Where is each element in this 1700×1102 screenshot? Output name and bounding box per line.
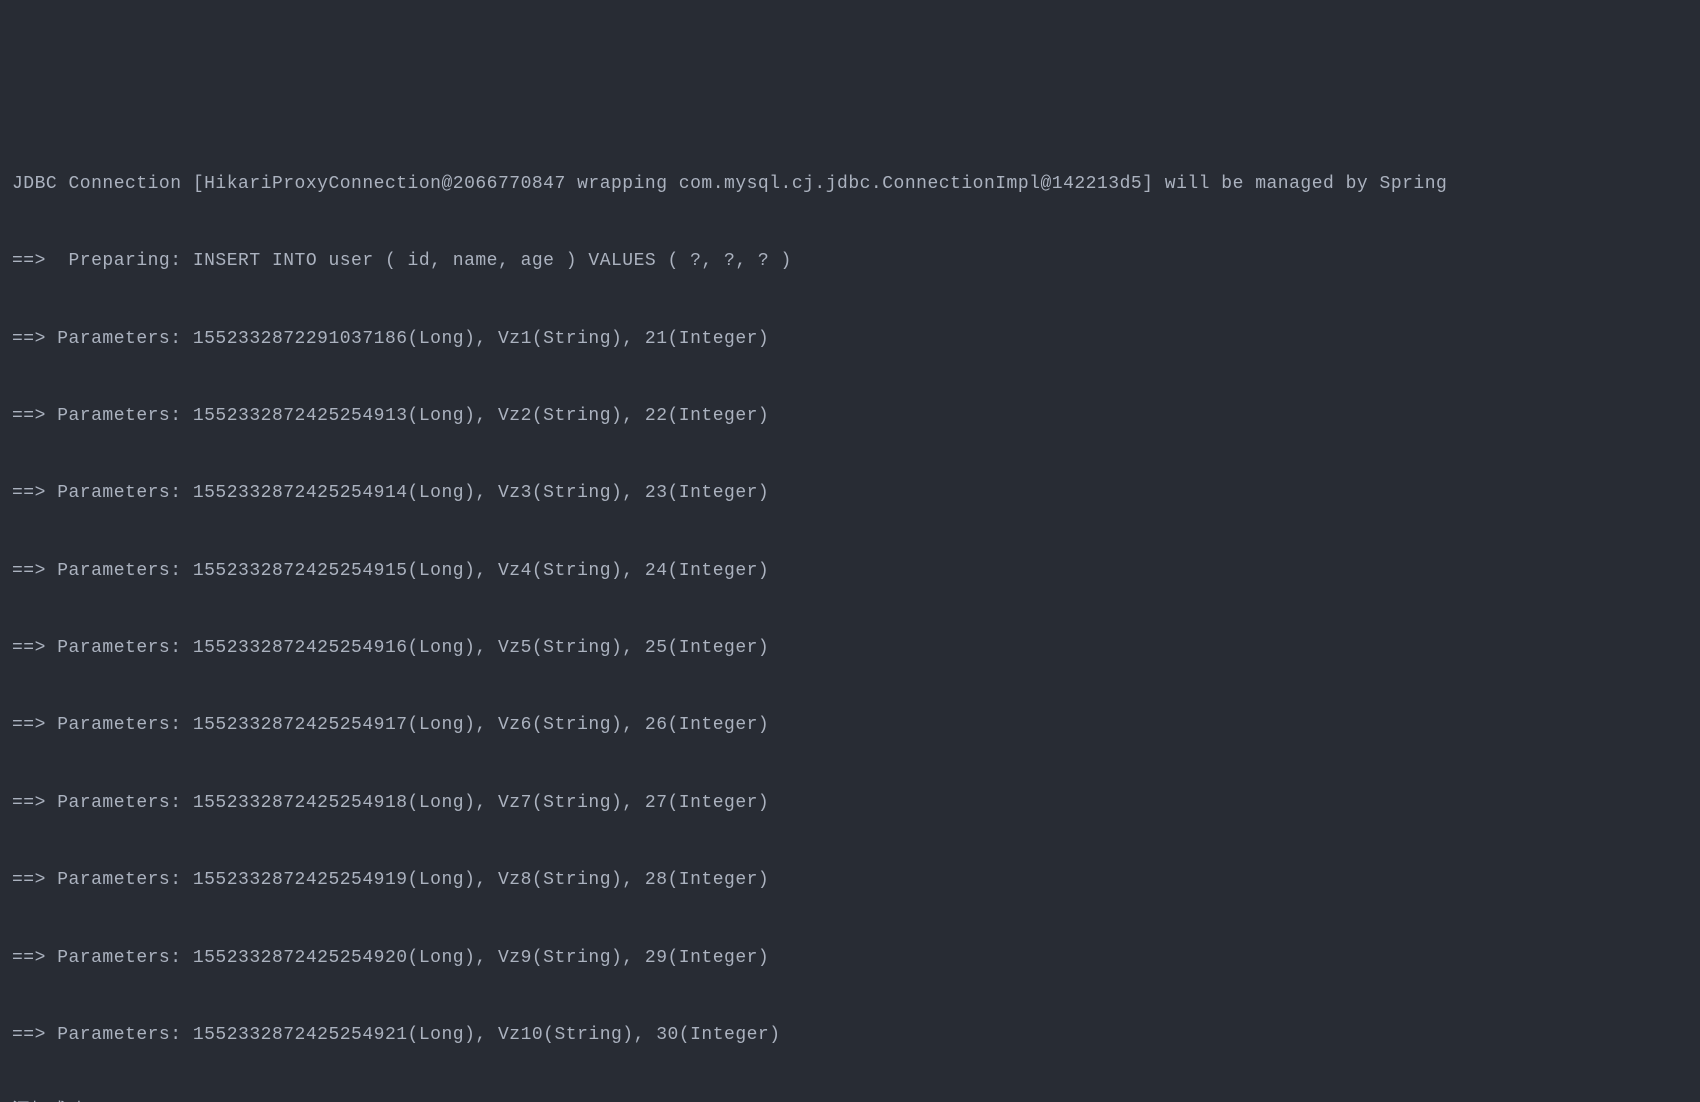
log-line-parameters: ==> Parameters: 1552332872425254913(Long… <box>12 397 1688 436</box>
log-line-parameters: ==> Parameters: 1552332872425254921(Long… <box>12 1016 1688 1055</box>
log-line-parameters: ==> Parameters: 1552332872291037186(Long… <box>12 320 1688 359</box>
log-line-jdbc-connection: JDBC Connection [HikariProxyConnection@2… <box>12 165 1688 204</box>
log-line-success-message: 添加成功！ <box>12 1093 1688 1102</box>
log-line-parameters: ==> Parameters: 1552332872425254918(Long… <box>12 784 1688 823</box>
log-line-preparing: ==> Preparing: INSERT INTO user ( id, na… <box>12 242 1688 281</box>
log-line-parameters: ==> Parameters: 1552332872425254914(Long… <box>12 474 1688 513</box>
log-line-parameters: ==> Parameters: 1552332872425254917(Long… <box>12 706 1688 745</box>
log-line-parameters: ==> Parameters: 1552332872425254919(Long… <box>12 861 1688 900</box>
log-line-parameters: ==> Parameters: 1552332872425254920(Long… <box>12 939 1688 978</box>
log-line-parameters: ==> Parameters: 1552332872425254916(Long… <box>12 629 1688 668</box>
log-line-parameters: ==> Parameters: 1552332872425254915(Long… <box>12 552 1688 591</box>
